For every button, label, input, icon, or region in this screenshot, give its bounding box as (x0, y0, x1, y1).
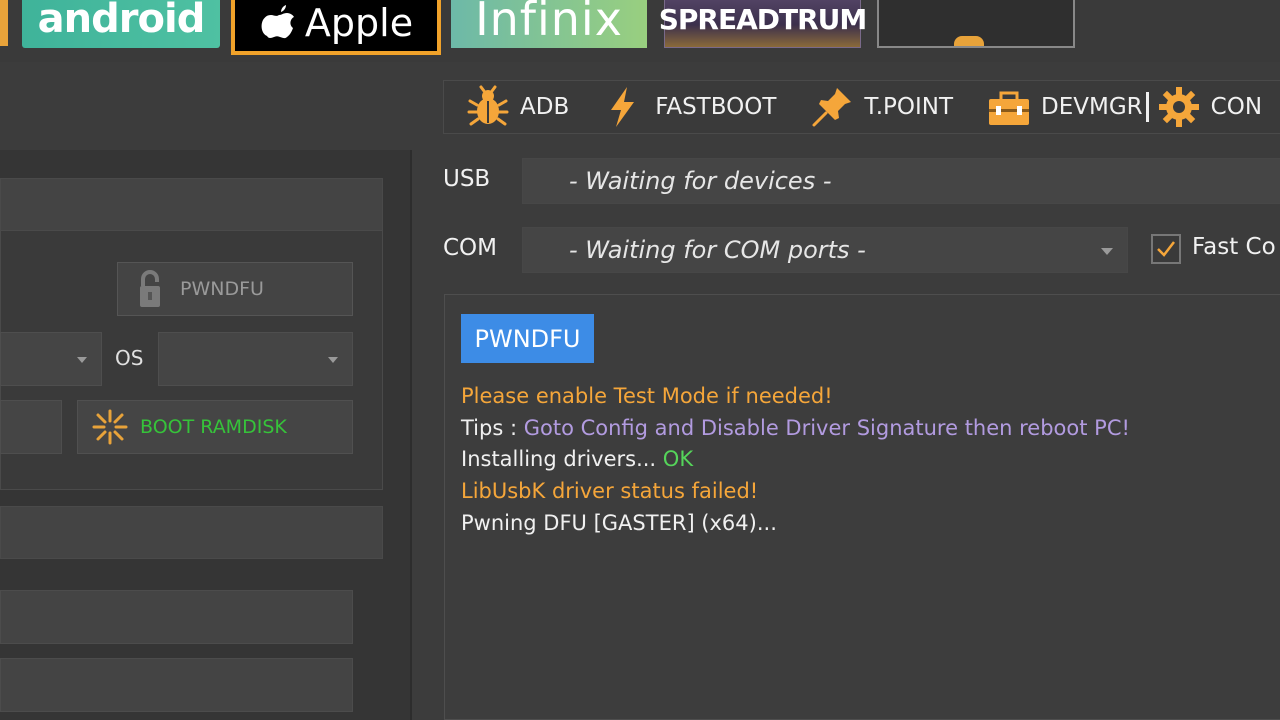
left-input-box[interactable] (0, 400, 62, 454)
left-field-2[interactable] (0, 658, 353, 712)
log-line-tips: Tips : Goto Config and Disable Driver Si… (461, 416, 1130, 440)
lock-icon (140, 270, 160, 307)
pin-icon (812, 88, 852, 127)
model-select[interactable] (0, 332, 102, 386)
spark-icon (954, 36, 984, 46)
brand-tab-partial[interactable] (0, 0, 8, 46)
log-install-prefix: Installing drivers... (461, 447, 663, 471)
lightning-icon (611, 87, 635, 127)
boot-ramdisk-button[interactable]: BOOT RAMDISK (77, 400, 353, 454)
burst-icon (92, 409, 128, 445)
toolbar-tpoint-label: T.POINT (864, 94, 954, 120)
chevron-down-icon (1101, 248, 1113, 255)
com-label: COM (443, 235, 498, 261)
com-port-select[interactable]: - Waiting for COM ports - (522, 227, 1128, 273)
log-install-status: OK (662, 447, 694, 471)
fast-connect-checkbox[interactable] (1151, 234, 1181, 264)
brand-tab-spreadtrum[interactable]: SPREADTRUM (659, 0, 867, 48)
log-badge: PWNDFU (461, 314, 594, 363)
brand-tab-infinix[interactable]: Infinix (451, 0, 647, 48)
usb-device-field[interactable]: - Waiting for devices - (522, 158, 1280, 204)
toolbox-icon (989, 91, 1030, 125)
checkmark-icon (1157, 241, 1175, 257)
toolbar-separator (1145, 92, 1149, 122)
toolbar-config[interactable]: CON (1157, 81, 1262, 133)
left-header-bar (0, 178, 383, 231)
log-line-pwning: Pwning DFU [GASTER] (x64)... (461, 511, 777, 535)
boot-ramdisk-label: BOOT RAMDISK (140, 416, 287, 438)
brand-tab-extra[interactable] (877, 0, 1075, 48)
usb-device-value: - Waiting for devices - (569, 167, 832, 195)
toolbar-adb[interactable]: ADB (466, 81, 569, 133)
bug-icon (467, 85, 509, 126)
com-port-value: - Waiting for COM ports - (569, 236, 866, 264)
fast-connect-label: Fast Co (1192, 234, 1276, 260)
left-field-1[interactable] (0, 590, 353, 644)
toolbar-tpoint[interactable]: T.POINT (810, 81, 953, 133)
log-line-libusbk: LibUsbK driver status failed! (461, 479, 759, 503)
toolbar-devmgr[interactable]: DEVMGR (987, 81, 1143, 133)
log-panel: PWNDFU Please enable Test Mode if needed… (444, 294, 1280, 720)
os-label: OS (115, 346, 144, 370)
brand-tab-android[interactable]: android (22, 0, 220, 48)
chevron-down-icon (77, 357, 87, 363)
pwndfu-button-label: PWNDFU (180, 278, 264, 300)
chevron-down-icon (328, 357, 338, 363)
toolbar-devmgr-label: DEVMGR (1041, 94, 1143, 120)
gear-icon (1158, 87, 1199, 127)
brand-tab-apple[interactable]: Apple (231, 0, 441, 55)
log-tips-prefix: Tips : (461, 416, 524, 440)
log-line-test-mode: Please enable Test Mode if needed! (461, 384, 833, 408)
toolbar-fastboot[interactable]: FASTBOOT (601, 81, 776, 133)
left-section-bar (0, 506, 383, 559)
apple-logo-icon (261, 4, 294, 38)
log-tips-text: Goto Config and Disable Driver Signature… (523, 416, 1130, 440)
toolbar-adb-label: ADB (520, 94, 570, 120)
brand-apple-label: Apple (304, 0, 414, 45)
toolbar: ADB FASTBOOT T.POINT DEVMGR CON (443, 80, 1280, 134)
toolbar-config-label: CON (1210, 94, 1263, 120)
usb-label: USB (443, 166, 491, 192)
pwndfu-button[interactable]: PWNDFU (117, 262, 353, 316)
os-select[interactable] (158, 332, 353, 386)
toolbar-fastboot-label: FASTBOOT (655, 94, 777, 120)
log-line-install: Installing drivers... OK (461, 447, 693, 471)
